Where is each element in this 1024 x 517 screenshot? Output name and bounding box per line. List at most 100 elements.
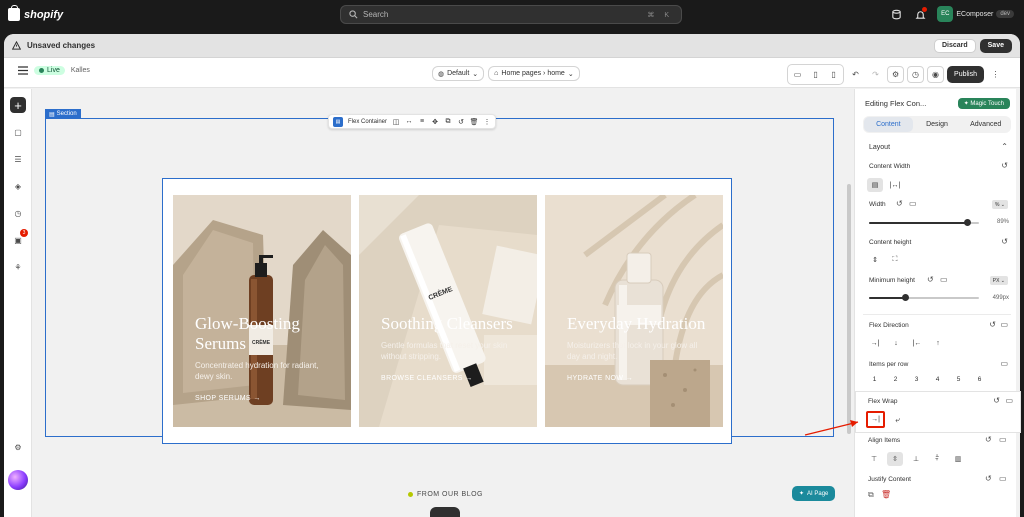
search-input[interactable]: Search ⌘ K: [340, 5, 682, 24]
shopify-topbar: shopify Search ⌘ K EC EComposer dev: [0, 0, 1024, 30]
store-switcher[interactable]: EC EComposer dev: [937, 6, 1014, 22]
tablet-icon[interactable]: ▯: [807, 66, 824, 83]
layers-icon[interactable]: ◈: [10, 178, 26, 194]
align-icon[interactable]: ≡: [418, 118, 426, 126]
copy-icon[interactable]: ⧉: [868, 490, 874, 500]
page-select[interactable]: ⌂ Home pages › home ⌄: [488, 66, 580, 81]
reset-icon[interactable]: ↺: [896, 199, 903, 208]
publish-button[interactable]: Publish: [947, 66, 984, 83]
items-per-row-option[interactable]: 6: [971, 376, 988, 383]
ai-assistant-orb[interactable]: [8, 470, 28, 490]
card-link[interactable]: HYDRATE NOW →: [567, 375, 707, 382]
boxed-width-icon[interactable]: |↔|: [887, 178, 903, 192]
template-select[interactable]: ◍ Default ⌄: [432, 66, 485, 81]
pages-icon[interactable]: ▢: [10, 124, 26, 140]
apps-icon[interactable]: ⚘: [10, 259, 26, 275]
direction-column-reverse-icon[interactable]: ↑: [930, 336, 946, 350]
templates-icon[interactable]: ▣ 3: [10, 229, 28, 248]
wrap-icon[interactable]: ⤶: [890, 413, 905, 426]
reset-icon[interactable]: ↺: [457, 118, 465, 126]
reset-icon[interactable]: ↺: [985, 474, 992, 483]
card-link[interactable]: SHOP SERUMS →: [195, 395, 335, 402]
full-height-icon[interactable]: ⛶: [887, 253, 903, 267]
tab-design[interactable]: Design: [913, 117, 962, 132]
width-unit-select[interactable]: % ⌄: [991, 200, 1008, 209]
columns-icon[interactable]: ◫: [392, 118, 400, 126]
add-element-icon[interactable]: +: [10, 97, 26, 113]
items-per-row-option[interactable]: 4: [929, 376, 946, 383]
more-icon[interactable]: ⋮: [483, 118, 491, 126]
ai-page-button[interactable]: ✦ AI Page: [792, 486, 836, 501]
more-options-icon[interactable]: ⋮: [987, 66, 1004, 83]
database-icon[interactable]: [889, 7, 903, 21]
responsive-icon[interactable]: ▭: [1000, 359, 1008, 368]
reset-icon[interactable]: ↺: [927, 275, 934, 284]
align-center-icon[interactable]: ⇳: [887, 452, 903, 466]
mobile-icon[interactable]: ▯: [825, 66, 842, 83]
reset-icon[interactable]: ↺: [1001, 161, 1008, 170]
width-slider-knob[interactable]: [963, 219, 971, 226]
responsive-icon[interactable]: ▭: [940, 275, 948, 284]
canvas-scrollbar[interactable]: [847, 184, 851, 434]
flex-container[interactable]: CRÈME Glow-Boosting Serums Concentrated …: [162, 178, 732, 444]
move-icon[interactable]: ✥: [431, 118, 439, 126]
width-icon[interactable]: ↔: [405, 118, 413, 126]
sections-icon[interactable]: ☰: [10, 151, 26, 167]
reset-icon[interactable]: ↺: [993, 396, 1000, 405]
trash-icon[interactable]: 🗑: [881, 490, 891, 499]
menu-icon[interactable]: [18, 66, 28, 75]
undo-icon[interactable]: ↶: [847, 66, 864, 83]
section-tag[interactable]: ▤ Section: [45, 109, 81, 119]
min-height-unit-select[interactable]: PX ⌄: [989, 276, 1008, 285]
desktop-icon[interactable]: ▭: [789, 66, 806, 83]
direction-row-reverse-icon[interactable]: |←: [909, 336, 925, 350]
chevron-up-icon[interactable]: ⌃: [1001, 142, 1008, 151]
history-icon[interactable]: ◷: [907, 66, 925, 83]
reset-icon[interactable]: ↺: [1001, 237, 1008, 246]
settings-gear-icon[interactable]: ⚙: [10, 439, 26, 455]
responsive-icon[interactable]: ▭: [909, 199, 917, 208]
responsive-icon[interactable]: ▭: [999, 435, 1007, 444]
promo-card-cleansers[interactable]: CRÈME Soothing Cleansers Gentle formulas…: [359, 195, 537, 427]
min-height-label: Minimum height: [869, 277, 915, 284]
history-clock-icon[interactable]: ◷: [10, 205, 26, 221]
preview-eye-icon[interactable]: ◉: [927, 66, 945, 83]
items-per-row-option[interactable]: 2: [887, 376, 904, 383]
responsive-icon[interactable]: ▭: [1005, 396, 1013, 405]
editor-toolbar: Live Kalles ◍ Default ⌄ ⌂ Home pages › home…: [4, 58, 1020, 88]
shopify-logo[interactable]: shopify: [8, 5, 63, 21]
layout-heading[interactable]: Layout: [869, 144, 890, 151]
min-height-slider-knob[interactable]: [902, 294, 910, 301]
direction-row-icon[interactable]: →|: [867, 336, 883, 350]
promo-card-serums[interactable]: CRÈME Glow-Boosting Serums Concentrated …: [173, 195, 351, 427]
align-stretch-icon[interactable]: ⫩: [929, 452, 945, 466]
delete-icon[interactable]: 🗑: [470, 118, 479, 126]
items-per-row-option[interactable]: 1: [866, 376, 883, 383]
reset-icon[interactable]: ↺: [989, 320, 996, 329]
drawer-handle[interactable]: [430, 507, 460, 517]
save-button[interactable]: Save: [979, 38, 1012, 53]
responsive-icon[interactable]: ▭: [999, 474, 1007, 483]
divider: [863, 314, 1011, 315]
items-per-row-option[interactable]: 3: [908, 376, 925, 383]
reset-icon[interactable]: ↺: [985, 435, 992, 444]
promo-card-hydration[interactable]: Everyday Hydration Moisturizers that loc…: [545, 195, 723, 427]
card-link[interactable]: BROWSE CLEANSERS →: [381, 375, 521, 382]
magic-touch-button[interactable]: ✦ Magic Touch: [957, 98, 1010, 109]
discard-button[interactable]: Discard: [933, 38, 976, 53]
settings-sliders-icon[interactable]: ⚙: [887, 66, 905, 83]
tab-advanced[interactable]: Advanced: [961, 117, 1010, 132]
items-per-row-option[interactable]: 5: [950, 376, 967, 383]
bell-icon[interactable]: [913, 7, 928, 21]
width-value: 89%: [996, 219, 1009, 225]
direction-column-icon[interactable]: ↓: [888, 336, 904, 350]
full-width-icon[interactable]: ▤: [867, 178, 883, 192]
fit-height-icon[interactable]: ⇕: [867, 253, 883, 267]
align-start-icon[interactable]: ⊤: [866, 452, 882, 466]
responsive-icon[interactable]: ▭: [1000, 320, 1008, 329]
tab-content[interactable]: Content: [864, 117, 913, 132]
align-end-icon[interactable]: ⊥: [908, 452, 924, 466]
redo-icon[interactable]: ↷: [867, 66, 884, 83]
align-baseline-icon[interactable]: ▥: [950, 452, 966, 466]
duplicate-icon[interactable]: ⧉: [444, 118, 452, 126]
